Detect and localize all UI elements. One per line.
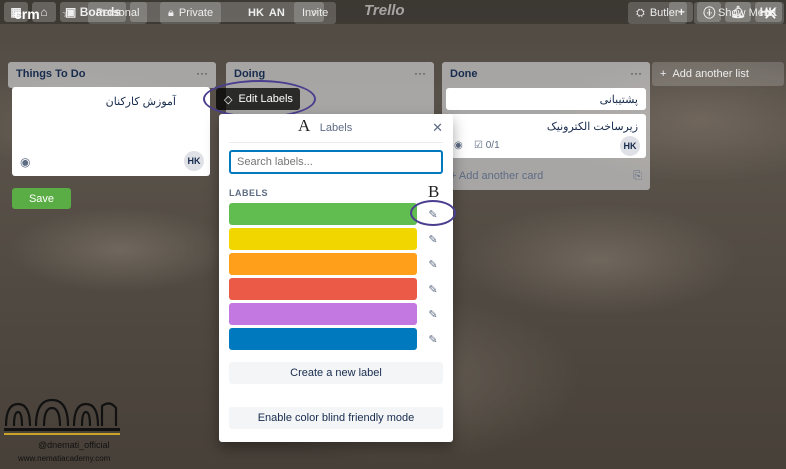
label-blue[interactable] <box>229 328 417 350</box>
label-row: ✎ <box>229 228 453 250</box>
show-menu-label: Show Menu <box>718 7 777 19</box>
personal-button[interactable]: Personal <box>88 2 148 24</box>
list-title[interactable]: Doing <box>234 68 265 80</box>
add-card-label: Add another card <box>458 170 544 182</box>
annotation-ellipse-edit-pencil <box>410 200 456 226</box>
labels-popover: Labels ✕ LABELS ✎ ✎ ✎ ✎ ✎ ✎ Create a new… <box>219 114 453 442</box>
butler-label: Butler <box>649 7 679 19</box>
butler-button[interactable]: ⛭ Butler <box>628 2 687 24</box>
watermark: @dnemati_official www.nematiacademy.com <box>4 396 120 466</box>
card-member-avatar[interactable]: HK <box>620 136 640 156</box>
create-label-button[interactable]: Create a new label <box>229 362 443 384</box>
add-list-button[interactable]: + Add another list <box>652 62 784 86</box>
more-icon: ··· <box>702 7 713 19</box>
label-row: ✎ <box>229 303 453 325</box>
annotation-ellipse-edit-labels <box>203 80 316 118</box>
private-button[interactable]: 🔒︎ Private <box>160 2 222 24</box>
personal-label: Personal <box>96 7 140 19</box>
labels-section-heading: LABELS <box>229 188 268 198</box>
watermark-instagram: @dnemati_official <box>38 440 110 450</box>
pencil-icon[interactable]: ✎ <box>425 306 441 322</box>
list-menu-icon[interactable]: ··· <box>630 66 642 80</box>
label-red[interactable] <box>229 278 417 300</box>
invite-label: Invite <box>302 7 329 19</box>
member-avatar-an[interactable]: AN <box>269 7 285 19</box>
search-labels-input[interactable] <box>229 150 443 174</box>
list-title[interactable]: Done <box>450 68 478 80</box>
member-avatar-hk[interactable]: HK <box>248 7 264 19</box>
list-card[interactable]: زیرساخت الکترونیک ◉ ☑ 0/1 HK <box>446 114 646 158</box>
watermark-logo <box>4 398 120 435</box>
pencil-icon[interactable]: ✎ <box>425 231 441 247</box>
edit-card-textarea[interactable]: آموزش کارکنان ◉ HK <box>12 87 210 176</box>
pencil-icon[interactable]: ✎ <box>425 281 441 297</box>
card-title: پشتیبانی <box>599 94 638 106</box>
save-button[interactable]: Save <box>12 188 71 209</box>
plus-icon: + <box>660 68 667 80</box>
close-icon[interactable]: ✕ <box>432 120 443 136</box>
label-row: ✎ <box>229 278 453 300</box>
invite-button[interactable]: Invite <box>294 2 337 24</box>
card-title: زیرساخت الکترونیک <box>546 121 638 133</box>
butler-icon: ⛭ <box>636 6 645 19</box>
lock-icon: 🔒︎ <box>168 6 174 19</box>
popover-title: Labels <box>319 122 353 134</box>
color-blind-mode-button[interactable]: Enable color blind friendly mode <box>229 407 443 429</box>
list-menu-icon[interactable]: ··· <box>414 66 426 80</box>
card-title-text: آموزش کارکنان <box>105 96 176 108</box>
add-card-button[interactable]: + Add another card <box>450 170 543 182</box>
list-menu-icon[interactable]: ··· <box>196 66 208 80</box>
list-title[interactable]: Things To Do <box>16 68 85 80</box>
label-purple[interactable] <box>229 303 417 325</box>
watch-icon: ◉ <box>454 140 463 151</box>
show-menu-button[interactable]: ··· Show Menu <box>694 2 785 24</box>
divider <box>229 142 443 143</box>
private-label: Private <box>178 7 214 19</box>
card-template-icon[interactable]: ⎘ <box>633 170 642 183</box>
watermark-website: www.nematiacademy.com <box>18 454 111 463</box>
add-list-label: Add another list <box>672 68 749 80</box>
checklist-count: 0/1 <box>485 140 500 151</box>
label-row: ✎ <box>229 328 453 350</box>
annotation-letter-a: A <box>298 116 311 135</box>
label-yellow[interactable] <box>229 228 417 250</box>
label-green[interactable] <box>229 203 417 225</box>
pencil-icon[interactable]: ✎ <box>425 256 441 272</box>
label-row: ✎ <box>229 253 453 275</box>
star-icon[interactable]: ☆ <box>54 2 80 24</box>
card-member-avatar[interactable]: HK <box>184 151 204 171</box>
pencil-icon[interactable]: ✎ <box>425 331 441 347</box>
board-members[interactable]: HK AN <box>240 2 293 24</box>
checklist-badge: ☑ 0/1 <box>474 140 500 151</box>
board-title[interactable]: crm <box>14 6 40 22</box>
annotation-letter-b: B <box>428 182 440 201</box>
list-things-to-do: Things To Do ··· <box>8 62 216 88</box>
label-orange[interactable] <box>229 253 417 275</box>
list-card[interactable]: پشتیبانی <box>446 88 646 110</box>
list-done: Done ··· پشتیبانی زیرساخت الکترونیک ◉ ☑ … <box>442 62 650 190</box>
watch-icon: ◉ <box>20 155 31 169</box>
trello-logo[interactable]: Trello <box>364 2 405 19</box>
